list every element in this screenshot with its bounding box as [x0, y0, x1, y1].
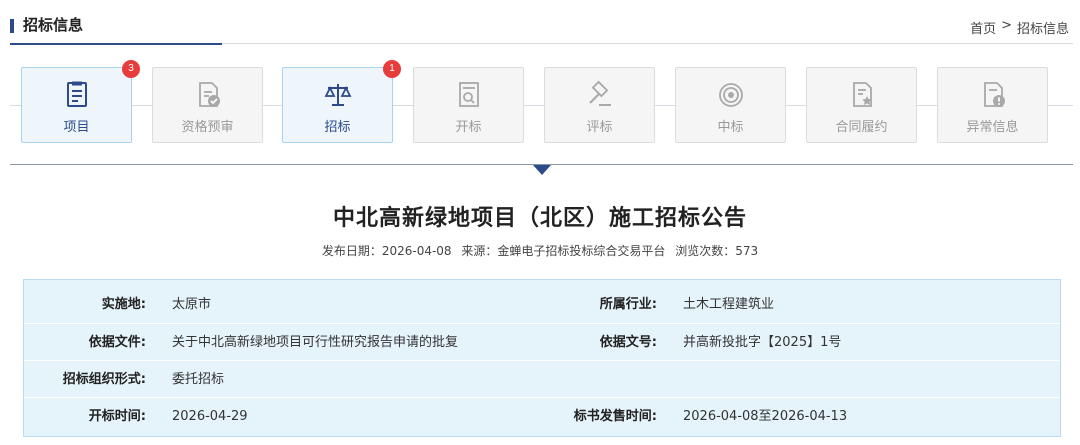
step-label: 中标 [717, 120, 744, 135]
publish-date: 发布日期：2026-04-08 [322, 244, 452, 258]
step-label: 合同履约 [835, 120, 888, 135]
step-badge: 1 [383, 60, 401, 78]
step-tender[interactable]: 招标 1 [282, 60, 401, 143]
scale-icon [323, 80, 353, 110]
step-prequalification[interactable]: 资格预审 [152, 67, 263, 143]
view-count: 浏览次数：573 [675, 244, 758, 258]
step-evaluation[interactable]: 评标 [544, 67, 655, 143]
breadcrumb-home-link[interactable]: 首页 [970, 18, 996, 37]
step-badge: 3 [122, 60, 140, 78]
industry-label: 所属行业: [599, 297, 657, 312]
step-bid-opening[interactable]: 开标 [413, 67, 524, 143]
step-label: 评标 [586, 120, 613, 135]
info-row: 招标组织形式: 委托招标 [24, 360, 1060, 397]
step-award[interactable]: 中标 [675, 67, 786, 143]
step-contract[interactable]: 合同履约 [806, 67, 917, 143]
document-sale-time-value: 2026-04-08至2026-04-13 [683, 409, 848, 424]
target-icon [716, 80, 746, 110]
info-row: 依据文件: 关于中北高新绿地项目可行性研究报告申请的批复 依据文号: 并高新投批… [24, 323, 1060, 360]
title-underline [10, 43, 222, 45]
notice-title: 中北高新绿地项目（北区）施工招标公告 [332, 206, 747, 231]
organization-form-value: 委托招标 [172, 372, 225, 387]
document-list-icon [62, 80, 92, 110]
industry-value: 土木工程建筑业 [683, 297, 775, 312]
info-row: 实施地: 太原市 所属行业: 土木工程建筑业 [24, 286, 1060, 323]
step-project[interactable]: 项目 3 [21, 60, 140, 143]
document-star-icon [847, 80, 877, 110]
breadcrumb-separator: > [1001, 18, 1012, 33]
info-row: 开标时间: 2026-04-29 标书发售时间: 2026-04-08至2026… [24, 397, 1060, 434]
document-search-icon [454, 80, 484, 110]
location-value: 太原市 [172, 297, 212, 312]
gavel-icon [585, 80, 615, 110]
location-label: 实施地: [101, 297, 146, 312]
info-table: 实施地: 太原市 所属行业: 土木工程建筑业 依据文件: 关于中北高新绿地项目可… [23, 279, 1061, 437]
breadcrumb-current-link[interactable]: 招标信息 [1017, 18, 1069, 37]
basis-document-value: 关于中北高新绿地项目可行性研究报告申请的批复 [172, 335, 459, 350]
active-step-pointer [533, 165, 551, 175]
view-count-label: 浏览次数： [675, 244, 736, 258]
section-header: 招标信息 首页 > 招标信息 [10, 0, 1073, 45]
publish-date-label: 发布日期： [321, 244, 382, 258]
basis-number-label: 依据文号: [599, 335, 657, 350]
view-count-value: 573 [735, 244, 759, 258]
document-warning-icon [978, 80, 1008, 110]
step-label: 招标 [324, 120, 351, 135]
source-label: 来源： [461, 244, 498, 258]
source: 来源：金蝉电子招标投标综合交易平台 [461, 244, 665, 258]
publish-date-value: 2026-04-08 [381, 244, 452, 258]
basis-document-label: 依据文件: [88, 335, 146, 350]
step-exception[interactable]: 异常信息 [937, 67, 1048, 143]
organization-form-label: 招标组织形式: [62, 372, 146, 387]
document-check-icon [193, 80, 223, 110]
notice-meta: 发布日期：2026-04-08 来源：金蝉电子招标投标综合交易平台 浏览次数：5… [0, 242, 1080, 259]
opening-time-label: 开标时间: [88, 409, 146, 424]
step-label: 项目 [63, 120, 90, 135]
breadcrumb: 首页 > 招标信息 [970, 18, 1069, 37]
basis-number-value: 并高新投批字【2025】1号 [683, 335, 842, 350]
document-sale-time-label: 标书发售时间: [573, 409, 657, 424]
step-label: 资格预审 [181, 120, 234, 135]
step-label: 开标 [455, 120, 482, 135]
step-label: 异常信息 [966, 120, 1019, 135]
source-value: 金蝉电子招标投标综合交易平台 [497, 244, 666, 258]
opening-time-value: 2026-04-29 [172, 409, 248, 424]
